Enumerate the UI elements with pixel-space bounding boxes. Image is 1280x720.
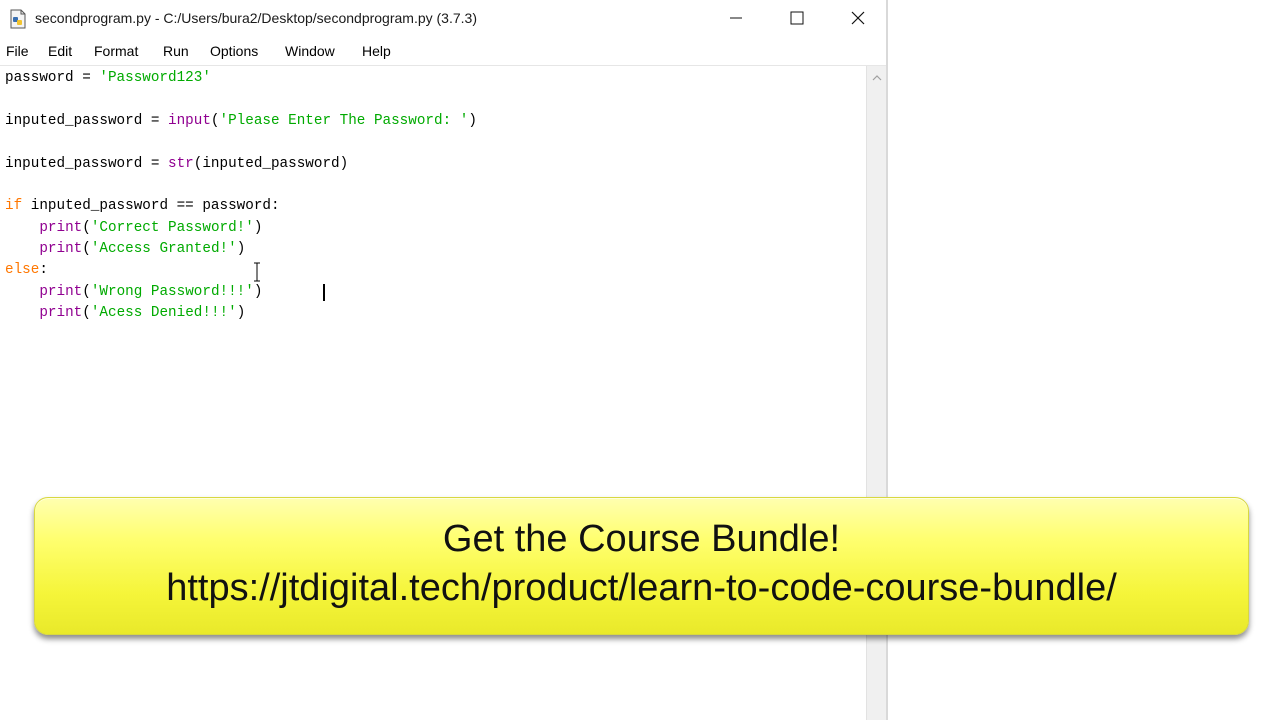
code-line-1: password = 'Password123' — [5, 70, 211, 86]
banner-headline: Get the Course Bundle! — [442, 518, 841, 560]
code-line-2: inputed_password = input('Please Enter T… — [5, 113, 477, 129]
code-line-5: print('Correct Password!') — [39, 220, 263, 236]
code-line-9: print('Acess Denied!!!') — [39, 305, 246, 321]
code-line-7: else: — [5, 262, 48, 278]
promo-banner: Get the Course Bundle! https://jtdigital… — [34, 497, 1249, 635]
maximize-button[interactable] — [767, 0, 827, 36]
code-line-4: if inputed_password == password: — [5, 198, 280, 214]
banner-url[interactable]: https://jtdigital.tech/product/learn-to-… — [35, 567, 1248, 610]
menu-format[interactable]: Format — [94, 43, 138, 59]
minimize-button[interactable] — [706, 0, 766, 36]
maximize-icon — [790, 11, 804, 25]
menu-file[interactable]: File — [6, 43, 29, 59]
chevron-up-icon — [872, 75, 882, 81]
menu-options[interactable]: Options — [210, 43, 258, 59]
text-caret — [323, 284, 325, 301]
code-line-3: inputed_password = str(inputed_password) — [5, 156, 349, 172]
close-button[interactable] — [828, 0, 888, 36]
menu-help[interactable]: Help — [362, 43, 391, 59]
scroll-up-button[interactable] — [867, 70, 887, 86]
minimize-icon — [730, 17, 742, 19]
menu-edit[interactable]: Edit — [48, 43, 72, 59]
close-icon — [851, 11, 865, 25]
code-line-6: print('Access Granted!') — [39, 241, 246, 257]
python-file-icon — [10, 9, 26, 29]
menu-bar: File Edit Format Run Options Window Help — [0, 36, 886, 66]
menu-window[interactable]: Window — [285, 43, 335, 59]
title-bar[interactable]: secondprogram.py - C:/Users/bura2/Deskto… — [0, 0, 886, 36]
ibeam-cursor-icon — [254, 262, 260, 282]
menu-run[interactable]: Run — [163, 43, 189, 59]
window-title: secondprogram.py - C:/Users/bura2/Deskto… — [35, 10, 477, 26]
code-line-8: print('Wrong Password!!!') — [39, 284, 263, 300]
